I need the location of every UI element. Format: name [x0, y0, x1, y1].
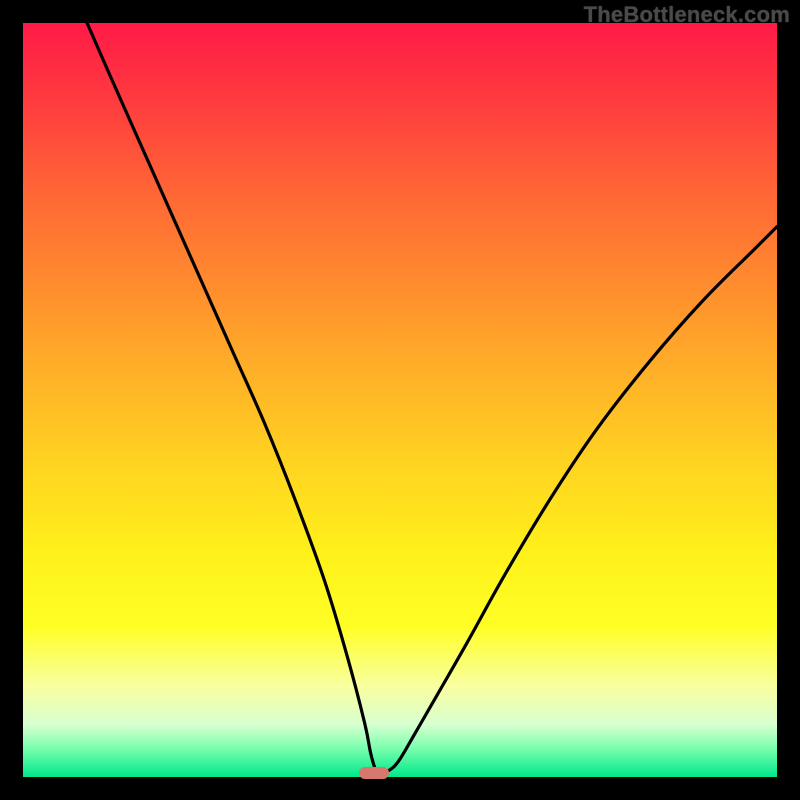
plot-area — [23, 23, 777, 777]
watermark-text: TheBottleneck.com — [584, 2, 790, 28]
bottleneck-curve — [23, 23, 777, 777]
minimum-marker — [359, 767, 389, 779]
